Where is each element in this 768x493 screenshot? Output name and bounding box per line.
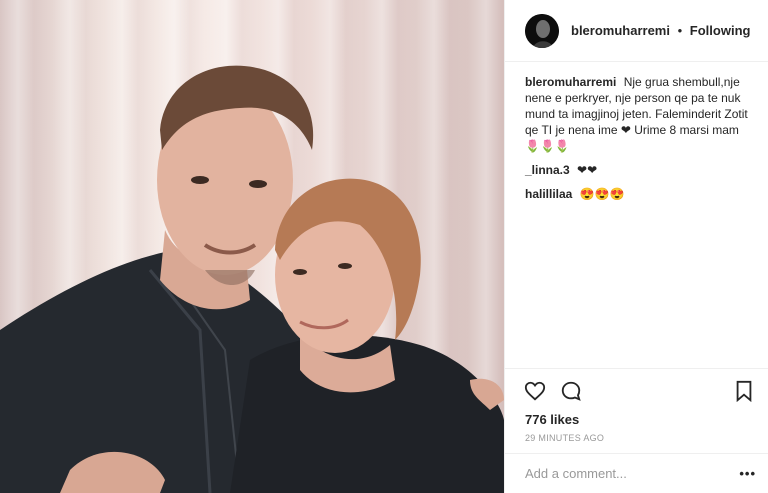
header-text: bleromuharremi • Following	[571, 23, 750, 38]
comment-text: 😍😍😍	[579, 187, 625, 201]
bookmark-icon[interactable]	[732, 379, 756, 403]
post-photo[interactable]	[0, 0, 504, 493]
instagram-post: bleromuharremi • Following bleromuharrem…	[0, 0, 768, 493]
comment-item: _linna.3 ❤❤	[525, 162, 752, 178]
caption-username[interactable]: bleromuharremi	[525, 75, 616, 89]
author-username[interactable]: bleromuharremi	[571, 23, 670, 38]
photo-people	[0, 65, 504, 493]
comment-item: halillilaa 😍😍😍	[525, 186, 752, 202]
caption: bleromuharremi Nje grua shembull,nje nen…	[525, 74, 752, 154]
heart-icon[interactable]	[523, 379, 547, 403]
likes-count[interactable]: 776 likes	[505, 412, 768, 427]
add-comment-input[interactable]: Add a comment...	[525, 466, 739, 481]
post-sidebar: bleromuharremi • Following bleromuharrem…	[504, 0, 768, 493]
post-timestamp: 29 MINUTES AGO	[525, 433, 605, 443]
add-comment-bar: Add a comment... •••	[505, 453, 768, 493]
follow-button[interactable]: Following	[690, 23, 751, 38]
comment-icon[interactable]	[559, 379, 583, 403]
more-options-icon[interactable]: •••	[739, 466, 756, 481]
comment-username[interactable]: halillilaa	[525, 187, 572, 201]
comments-section: bleromuharremi Nje grua shembull,nje nen…	[505, 62, 768, 368]
comment-text: ❤❤	[577, 163, 598, 177]
action-bar	[505, 368, 768, 412]
separator-dot: •	[677, 23, 683, 38]
avatar[interactable]	[525, 13, 559, 48]
comment-username[interactable]: _linna.3	[525, 163, 570, 177]
post-header: bleromuharremi • Following	[505, 0, 768, 62]
